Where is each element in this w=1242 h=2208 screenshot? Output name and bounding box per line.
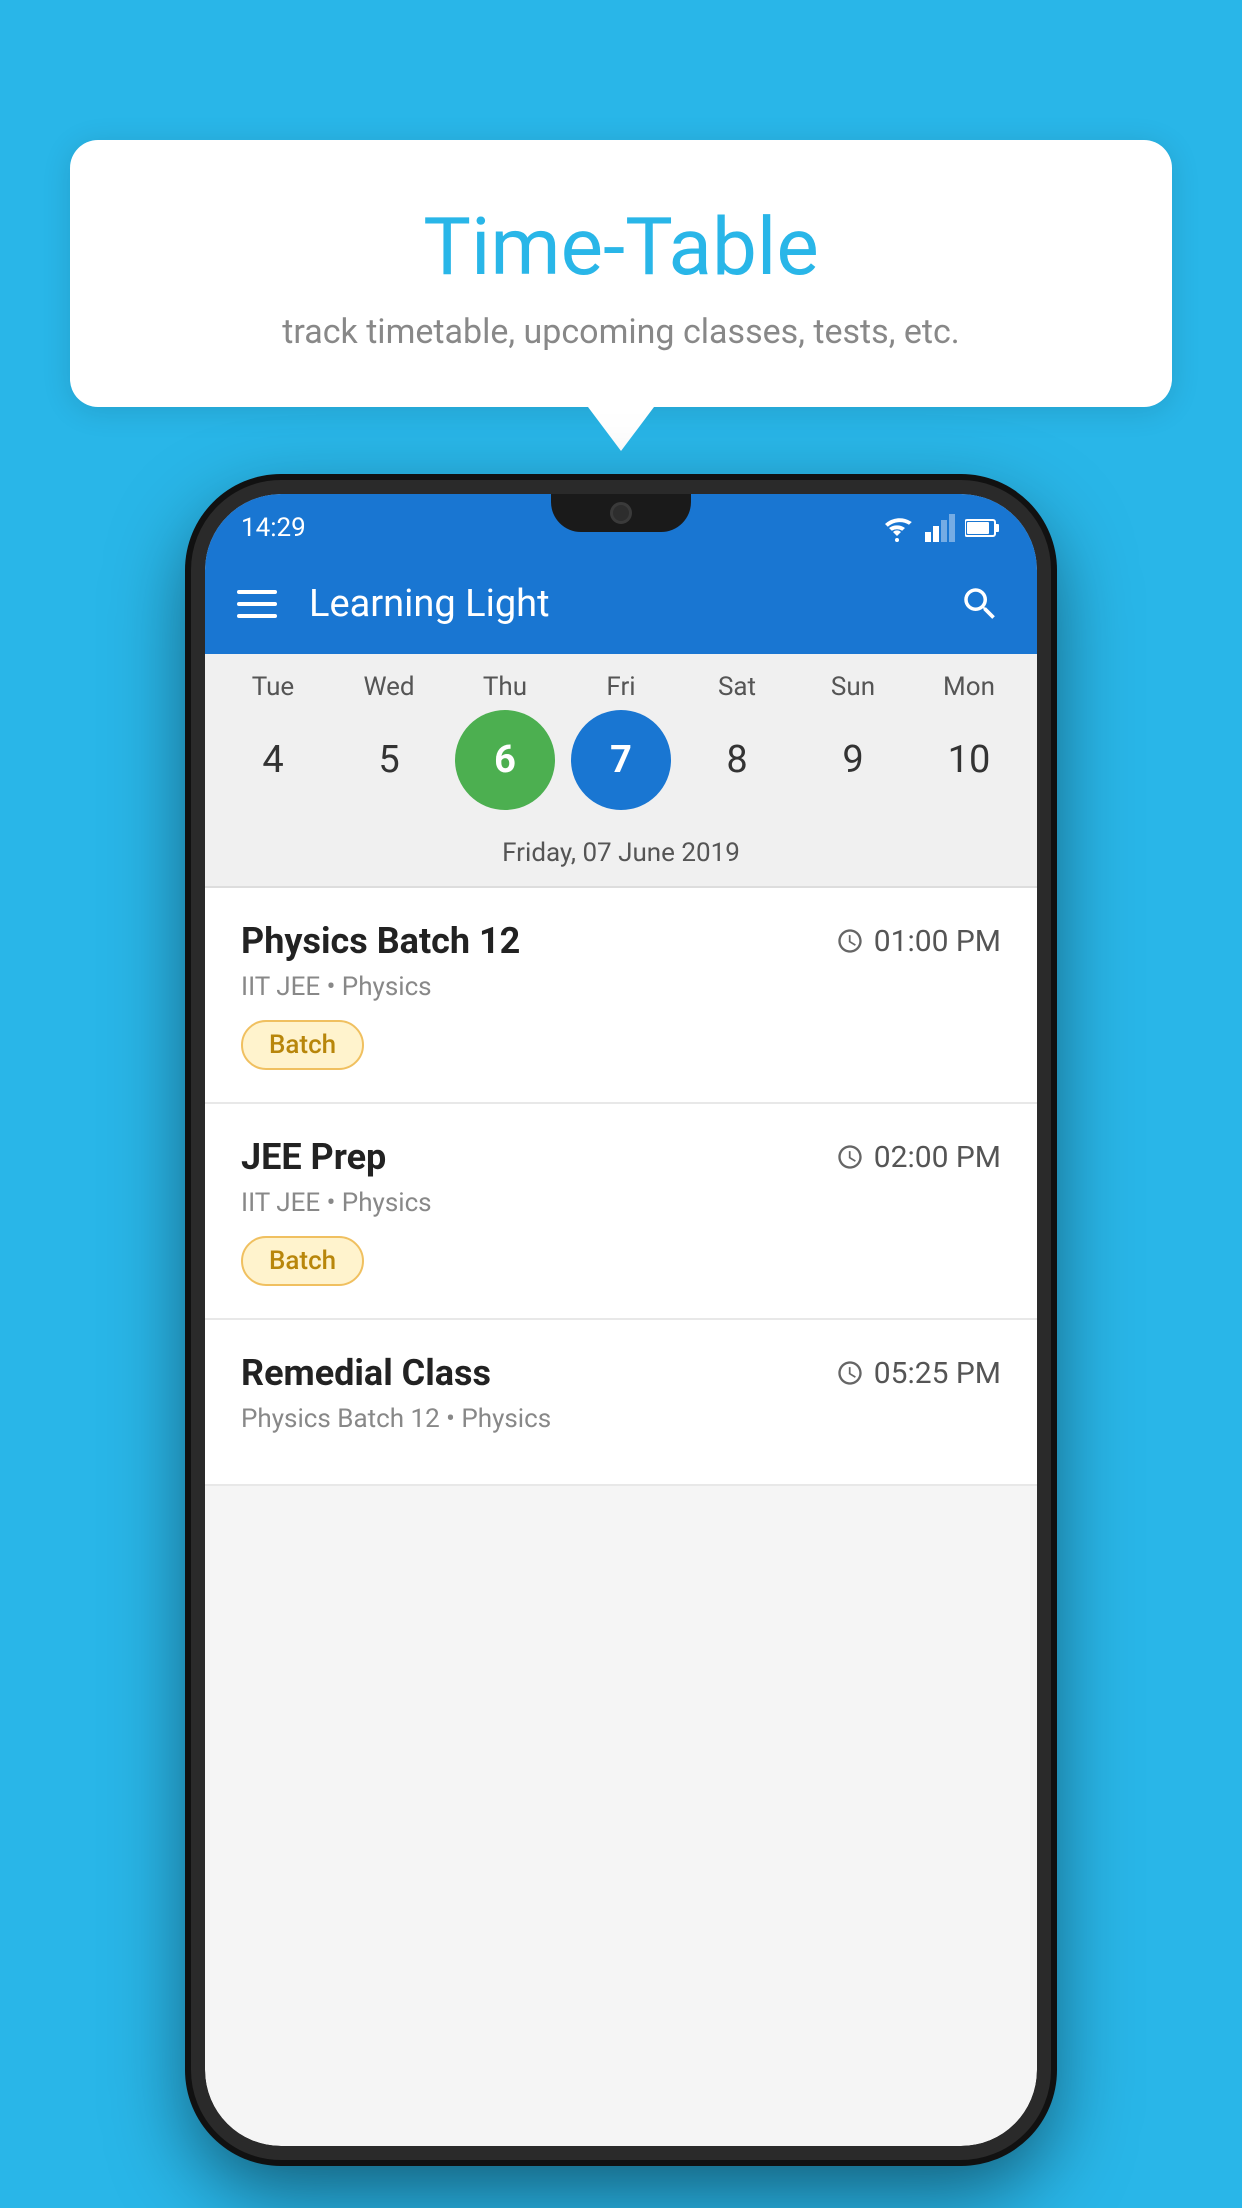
schedule-item-1[interactable]: Physics Batch 12 01:00 PM IIT JEE • Phys… <box>205 888 1037 1104</box>
schedule-name-2: JEE Prep <box>241 1136 386 1178</box>
day-header-sun: Sun <box>803 672 903 702</box>
calendar-week: Tue Wed Thu Fri Sat Sun Mon 4 5 6 7 8 9 … <box>205 654 1037 888</box>
tooltip-card: Time-Table track timetable, upcoming cla… <box>70 140 1172 407</box>
day-header-fri: Fri <box>571 672 671 702</box>
hamburger-menu-button[interactable] <box>237 590 277 618</box>
schedule-item-2[interactable]: JEE Prep 02:00 PM IIT JEE • Physics Batc… <box>205 1104 1037 1320</box>
phone-frame: 14:29 <box>191 480 1051 2160</box>
day-numbers: 4 5 6 7 8 9 10 <box>205 710 1037 828</box>
schedule-meta-3: Physics Batch 12 • Physics <box>241 1404 1001 1434</box>
schedule-meta-2: IIT JEE • Physics <box>241 1188 1001 1218</box>
tooltip-title: Time-Table <box>120 200 1122 294</box>
schedule-time-text-1: 01:00 PM <box>874 924 1001 959</box>
search-icon <box>959 583 1001 625</box>
day-header-tue: Tue <box>223 672 323 702</box>
schedule-time-text-3: 05:25 PM <box>874 1356 1001 1391</box>
tooltip-subtitle: track timetable, upcoming classes, tests… <box>120 312 1122 352</box>
batch-badge-2: Batch <box>241 1236 364 1286</box>
phone-screen: 14:29 <box>205 494 1037 2146</box>
schedule-time-3: 05:25 PM <box>836 1356 1001 1391</box>
day-header-wed: Wed <box>339 672 439 702</box>
power-button[interactable] <box>1045 914 1051 1034</box>
schedule-item-3[interactable]: Remedial Class 05:25 PM Physics Batch 12… <box>205 1320 1037 1486</box>
day-5[interactable]: 5 <box>339 710 439 810</box>
phone-container: 14:29 <box>191 480 1051 2160</box>
day-header-mon: Mon <box>919 672 1019 702</box>
day-7-selected[interactable]: 7 <box>571 710 671 810</box>
schedule-name-1: Physics Batch 12 <box>241 920 520 962</box>
day-8[interactable]: 8 <box>687 710 787 810</box>
signal-icon <box>925 514 955 542</box>
schedule-time-1: 01:00 PM <box>836 924 1001 959</box>
batch-badge-1: Batch <box>241 1020 364 1070</box>
front-camera <box>610 502 632 524</box>
search-button[interactable] <box>955 579 1005 629</box>
volume-down-button[interactable] <box>191 964 197 1044</box>
day-6-today[interactable]: 6 <box>455 710 555 810</box>
schedule-item-1-header: Physics Batch 12 01:00 PM <box>241 920 1001 962</box>
phone-notch <box>551 494 691 532</box>
status-time: 14:29 <box>241 513 306 543</box>
schedule-item-2-header: JEE Prep 02:00 PM <box>241 1136 1001 1178</box>
clock-icon-3 <box>836 1359 864 1387</box>
day-header-thu: Thu <box>455 672 555 702</box>
selected-date-label: Friday, 07 June 2019 <box>205 828 1037 888</box>
clock-icon-2 <box>836 1143 864 1171</box>
schedule-meta-1: IIT JEE • Physics <box>241 972 1001 1002</box>
schedule-name-3: Remedial Class <box>241 1352 491 1394</box>
schedule-item-3-header: Remedial Class 05:25 PM <box>241 1352 1001 1394</box>
day-4[interactable]: 4 <box>223 710 323 810</box>
app-bar: Learning Light <box>205 554 1037 654</box>
status-icons <box>879 514 1001 542</box>
volume-up-button[interactable] <box>191 854 197 934</box>
app-title: Learning Light <box>309 582 923 626</box>
schedule-time-2: 02:00 PM <box>836 1140 1001 1175</box>
battery-icon <box>965 518 1001 538</box>
schedule-time-text-2: 02:00 PM <box>874 1140 1001 1175</box>
wifi-icon <box>879 514 915 542</box>
day-headers: Tue Wed Thu Fri Sat Sun Mon <box>205 672 1037 710</box>
day-header-sat: Sat <box>687 672 787 702</box>
day-10[interactable]: 10 <box>919 710 1019 810</box>
clock-icon-1 <box>836 927 864 955</box>
day-9[interactable]: 9 <box>803 710 903 810</box>
schedule-list: Physics Batch 12 01:00 PM IIT JEE • Phys… <box>205 888 1037 1486</box>
